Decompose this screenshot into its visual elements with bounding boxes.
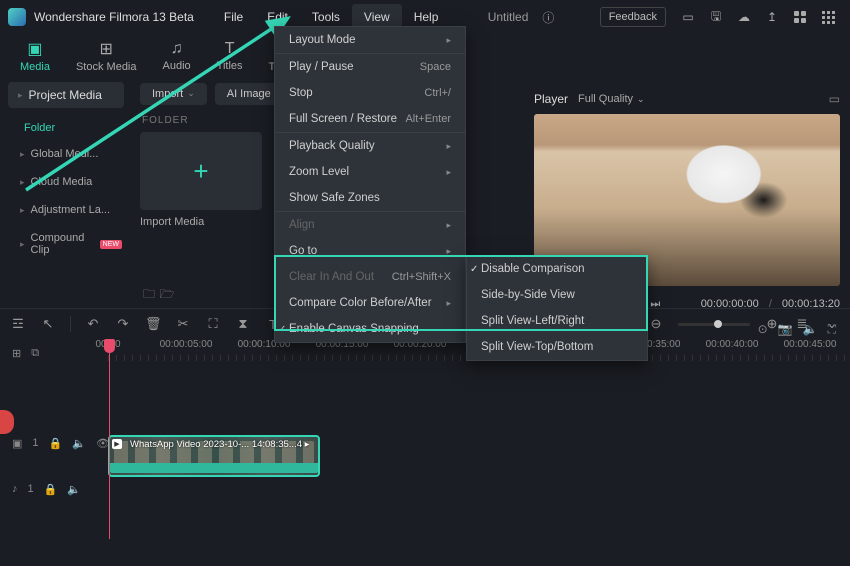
sidebar-folder-label[interactable]: Folder [0,116,132,140]
toggle-track-icon[interactable]: ⊞ [12,347,21,360]
mute-audio-icon[interactable]: 🔈 [67,483,81,496]
lock-audio-icon[interactable]: 🔒 [44,483,58,496]
player-label: Player [534,92,568,106]
audio-icon: ♫ [171,40,183,58]
apps-icon[interactable] [820,9,836,25]
import-media-box[interactable]: + [140,132,262,210]
sidebar-cloud-media[interactable]: ▸Cloud Media [0,168,132,196]
sidebar-adjustment-layer[interactable]: ▸Adjustment La... [0,196,132,224]
info-icon[interactable]: ⓘ [540,9,556,25]
compare-submenu: ✓Disable Comparison Side-by-Side View Sp… [466,255,648,361]
timeline-clip[interactable]: ▶ WhatsApp Video 2023-10-... 14:08:35...… [108,435,320,477]
snapshot-top-icon[interactable]: ▭ [829,92,840,106]
save-icon[interactable]: 🖫 [708,9,724,25]
new-folder-icon[interactable]: 🗀 [140,285,158,306]
clip-label: WhatsApp Video 2023-10-... 14:08:35...4 … [126,439,309,450]
audio-track-icon: ♪ [12,483,18,495]
tab-stock-media[interactable]: ⊞Stock Media [76,39,137,73]
view-menu-dropdown: Layout Mode▸ Play / PauseSpace StopCtrl+… [274,26,466,343]
zoom-out-icon[interactable]: ⊖ [648,316,664,332]
tab-media[interactable]: ▣Media [20,39,50,73]
export-icon[interactable]: ↥ [764,9,780,25]
timeline-view-icon[interactable]: ≣ [794,316,810,332]
menu-split-tb[interactable]: Split View-Top/Bottom [467,334,647,360]
select-tool-icon[interactable]: ↖ [40,316,56,332]
settings-dropdown-icon[interactable]: ⌄ [824,316,840,332]
stock-icon: ⊞ [100,39,113,59]
app-logo [8,8,26,26]
sidebar-project-media[interactable]: ▸Project Media [8,82,124,108]
document-title: Untitled [488,10,529,24]
media-sidebar: ▸Project Media Folder ▸Global Medi... ▸C… [0,78,132,308]
link-track-icon[interactable]: ⧉ [31,347,39,360]
audio-track-header[interactable]: ♪1 🔒 🔈 [0,475,108,503]
grid-icon[interactable] [792,9,808,25]
menu-fullscreen[interactable]: Full Screen / RestoreAlt+Enter [275,106,465,132]
mute-video-icon[interactable]: 🔈 [72,437,86,450]
tab-titles[interactable]: TTitles [217,40,243,72]
video-track-header[interactable]: ▣1 🔒 🔈 👁 [0,429,108,457]
menu-goto[interactable]: Go to▸ [275,238,465,264]
menu-file[interactable]: File [212,4,255,30]
menu-side-by-side[interactable]: Side-by-Side View [467,282,647,308]
titles-icon: T [225,40,235,58]
next-frame-icon[interactable]: ⏭ [650,298,660,311]
menu-zoom-level[interactable]: Zoom Level▸ [275,159,465,185]
speed-icon[interactable]: ⧗ [235,316,251,332]
folder-icon[interactable]: 🗁 [158,285,176,306]
track-headers: ⊞ ⧉ ▣1 🔒 🔈 👁 ♪1 🔒 🔈 [0,339,108,503]
clip-type-icon: ▶ [112,439,122,449]
zoom-in-icon[interactable]: ⊕ [764,316,780,332]
menu-split-lr[interactable]: Split View-Left/Right [467,308,647,334]
delete-icon[interactable]: 🗑 [145,316,161,332]
add-track-icon[interactable]: ☲ [10,316,26,332]
menu-align: Align▸ [275,211,465,238]
app-title: Wondershare Filmora 13 Beta [34,10,194,24]
zoom-slider[interactable] [678,323,750,326]
menu-compare-color[interactable]: Compare Color Before/After▸ [275,290,465,316]
split-icon[interactable]: ✂ [175,316,191,332]
total-time: 00:00:13:20 [782,298,840,310]
sidebar-global-media[interactable]: ▸Global Medi... [0,140,132,168]
sidebar-compound-clip[interactable]: ▸Compound ClipNEW [0,224,132,264]
current-time: 00:00:00:00 [701,298,759,310]
quality-select[interactable]: Full Quality⌄ [578,93,645,105]
crop-icon[interactable]: ⛶ [205,316,221,332]
menu-clear-in-out: Clear In And OutCtrl+Shift+X [275,264,465,290]
media-icon: ▣ [27,39,42,59]
playhead[interactable] [109,339,110,539]
ai-image-button[interactable]: AI Image [215,83,283,105]
lock-icon[interactable]: 🔒 [49,437,63,450]
menu-playback-quality[interactable]: Playback Quality▸ [275,132,465,159]
menu-play-pause[interactable]: Play / PauseSpace [275,53,465,80]
new-badge: NEW [100,240,122,249]
timeline-tracks[interactable]: 00:00 00:00:05:00 00:00:10:00 00:00:15:0… [108,339,850,539]
menu-canvas-snapping[interactable]: ✓Enable Canvas Snapping [275,316,465,342]
redo-icon[interactable]: ↷ [115,316,131,332]
undo-icon[interactable]: ↶ [85,316,101,332]
screen-icon[interactable]: ▭ [680,9,696,25]
video-track-icon: ▣ [12,437,22,450]
cloud-icon[interactable]: ☁ [736,9,752,25]
feedback-button[interactable]: Feedback [600,7,666,27]
menu-disable-comparison[interactable]: ✓Disable Comparison [467,256,647,282]
import-dropdown[interactable]: Import⌄ [140,83,207,105]
menu-stop[interactable]: StopCtrl+/ [275,80,465,106]
tab-audio[interactable]: ♫Audio [163,40,191,72]
plus-icon: + [193,156,208,187]
menu-layout-mode[interactable]: Layout Mode▸ [275,27,465,53]
menu-safe-zones[interactable]: Show Safe Zones [275,185,465,211]
